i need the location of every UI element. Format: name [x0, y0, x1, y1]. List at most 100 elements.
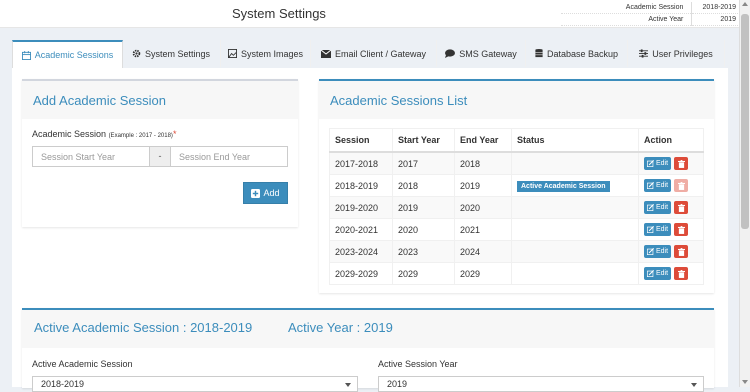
- edit-button[interactable]: Edit: [644, 157, 672, 170]
- cell-end-year: 2020: [454, 196, 512, 219]
- edit-button[interactable]: Edit: [644, 223, 672, 236]
- edit-icon: [647, 270, 654, 277]
- top-header: System Settings Academic Session 2018-20…: [0, 0, 740, 28]
- database-icon: [535, 49, 543, 58]
- cell-start-year: 2018: [392, 174, 455, 197]
- delete-button[interactable]: [674, 223, 689, 236]
- session-start-year-input[interactable]: Session Start Year: [32, 146, 150, 167]
- active-session-year-label: Active Session Year: [378, 359, 458, 369]
- tab-sms-gateway[interactable]: SMS Gateway: [437, 40, 526, 67]
- scroll-down-arrow-icon[interactable]: [742, 380, 748, 384]
- edit-label: Edit: [656, 160, 669, 167]
- scroll-up-arrow-icon[interactable]: [742, 2, 748, 6]
- table-row: 2029-2029 2029 2029 Edit: [329, 262, 704, 285]
- edit-icon: [647, 248, 654, 255]
- edit-label: Edit: [656, 248, 669, 255]
- edit-icon: [647, 226, 654, 233]
- session-info-table: Academic Session 2018-2019 Active Year 2…: [561, 2, 740, 26]
- session-end-year-input[interactable]: Session End Year: [170, 146, 288, 167]
- cell-end-year: 2021: [454, 218, 512, 241]
- cell-status: [511, 151, 639, 175]
- edit-icon: [647, 182, 654, 189]
- plus-square-icon: [251, 188, 261, 198]
- edit-button[interactable]: Edit: [644, 245, 672, 258]
- column-header-end-year: End Year: [454, 128, 512, 153]
- active-year-select[interactable]: 2019: [378, 376, 704, 392]
- info-value: 2018-2019: [691, 2, 740, 14]
- required-mark: *: [172, 129, 177, 139]
- info-row-session: Academic Session 2018-2019: [561, 2, 740, 14]
- delete-button-disabled: [674, 179, 689, 192]
- active-session-select[interactable]: 2018-2019: [32, 376, 358, 392]
- cell-session: 2023-2024: [329, 240, 393, 263]
- trash-icon: [677, 159, 685, 168]
- add-session-title: Add Academic Session: [33, 93, 166, 108]
- tab-user-privileges[interactable]: User Privileges: [628, 40, 725, 67]
- tab-database-backup[interactable]: Database Backup: [526, 40, 628, 67]
- sessions-table: Session Start Year End Year Status Actio…: [329, 128, 704, 285]
- edit-icon: [647, 204, 654, 211]
- delete-button[interactable]: [674, 245, 689, 258]
- cell-start-year: 2019: [392, 196, 455, 219]
- info-row-year: Active Year 2019: [561, 13, 740, 26]
- scroll-thumb[interactable]: [741, 14, 749, 229]
- image-icon: [227, 49, 237, 58]
- delete-button[interactable]: [674, 157, 689, 170]
- edit-label: Edit: [656, 204, 669, 211]
- add-session-header: Add Academic Session: [22, 79, 298, 119]
- edit-button[interactable]: Edit: [644, 201, 672, 214]
- academic-session-label: Academic Session (Example : 2017 - 2018)…: [32, 129, 176, 139]
- cell-session: 2018-2019: [329, 174, 393, 197]
- tab-label: SMS Gateway: [459, 48, 517, 59]
- page-title: System Settings: [232, 6, 326, 21]
- edit-label: Edit: [656, 226, 669, 233]
- settings-tabs: Academic Sessions System Settings System…: [12, 40, 728, 69]
- chat-icon: [445, 49, 456, 58]
- tab-system-settings[interactable]: System Settings: [122, 40, 221, 67]
- table-row: 2017-2018 2017 2018 Edit: [329, 151, 704, 175]
- cell-session: 2017-2018: [329, 151, 393, 175]
- tab-system-images[interactable]: System Images: [221, 40, 311, 67]
- tab-academic-sessions[interactable]: Academic Sessions: [12, 40, 123, 68]
- sessions-list-header: Academic Sessions List: [319, 79, 714, 119]
- edit-label: Edit: [656, 182, 669, 189]
- add-session-button[interactable]: Add: [243, 182, 288, 204]
- cell-end-year: 2019: [454, 174, 512, 197]
- edit-button[interactable]: Edit: [644, 179, 672, 192]
- chevron-down-icon: [345, 383, 351, 387]
- cell-action: Edit: [638, 240, 704, 263]
- select-value: 2018-2019: [41, 379, 85, 389]
- column-header-action: Action: [638, 128, 704, 153]
- active-session-label: Active Academic Session: [32, 359, 133, 369]
- cell-action: Edit: [638, 262, 704, 285]
- sliders-icon: [639, 49, 649, 58]
- trash-icon: [677, 225, 685, 234]
- select-value: 2019: [387, 379, 408, 389]
- delete-button[interactable]: [674, 267, 689, 280]
- cell-status: [511, 218, 639, 241]
- cell-status: [511, 196, 639, 219]
- column-header-status: Status: [511, 128, 639, 153]
- cell-session: 2029-2029: [329, 262, 393, 285]
- column-header-start-year: Start Year: [392, 128, 455, 153]
- info-label: Active Year: [561, 13, 692, 26]
- page-scrollbar[interactable]: [739, 0, 750, 387]
- tab-label: Email Client / Gateway: [334, 48, 427, 59]
- cell-action: Edit: [638, 151, 704, 175]
- active-session-badge: Active Academic Session: [517, 180, 610, 192]
- active-session-title: Active Academic Session : 2018-2019: [34, 320, 253, 335]
- delete-button[interactable]: [674, 201, 689, 214]
- session-separator: -: [149, 146, 171, 167]
- field-example-text: (Example : 2017 - 2018): [108, 133, 173, 139]
- table-header-row: Session Start Year End Year Status Actio…: [329, 128, 704, 153]
- chevron-down-icon: [691, 383, 697, 387]
- cell-action: Edit: [638, 196, 704, 219]
- sessions-list-title: Academic Sessions List: [330, 93, 468, 108]
- column-header-session: Session: [329, 128, 393, 153]
- edit-button[interactable]: Edit: [644, 267, 672, 280]
- cell-status: [511, 262, 639, 285]
- tab-label: System Settings: [144, 48, 211, 59]
- trash-icon: [677, 203, 685, 212]
- tab-email-gateway[interactable]: Email Client / Gateway: [311, 40, 437, 67]
- cell-session: 2020-2021: [329, 218, 393, 241]
